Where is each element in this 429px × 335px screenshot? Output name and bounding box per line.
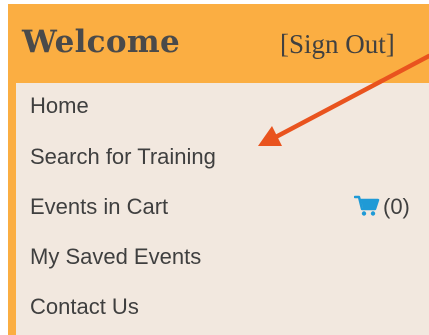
menu-item-label: Events in Cart [30, 194, 169, 219]
welcome-panel: Welcome [Sign Out] Home Search for Train… [8, 4, 429, 335]
menu-item-label: Search for Training [30, 144, 216, 169]
menu-item-label: Home [30, 93, 89, 118]
navigation-menu: Home Search for Training Events in Cart … [16, 83, 429, 335]
menu-item-label: Contact Us [30, 294, 139, 319]
menu-item-my-saved-events[interactable]: My Saved Events [16, 234, 429, 282]
panel-header: Welcome [Sign Out] [8, 4, 429, 79]
cart-count: (0) [383, 194, 410, 219]
shopping-cart-icon [354, 195, 380, 216]
menu-item-contact-us[interactable]: Contact Us [16, 284, 429, 332]
welcome-title: Welcome [22, 24, 180, 60]
cart-status[interactable]: (0) [354, 194, 410, 220]
screenshot-page: Welcome [Sign Out] Home Search for Train… [0, 0, 429, 335]
menu-item-label: My Saved Events [30, 244, 202, 269]
menu-item-search-for-training[interactable]: Search for Training [16, 134, 429, 182]
sign-out-link[interactable]: [Sign Out] [280, 29, 395, 60]
menu-item-events-in-cart[interactable]: Events in Cart (0) [16, 184, 429, 232]
menu-item-home[interactable]: Home [16, 83, 429, 131]
